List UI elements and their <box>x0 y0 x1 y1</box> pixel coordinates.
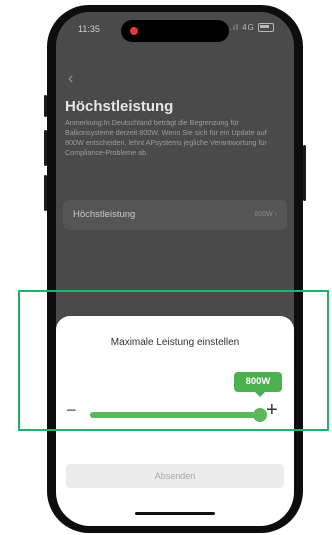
slider-value-badge: 800W <box>234 372 282 397</box>
compliance-note: Anmerkung:In Deutschland beträgt die Beg… <box>65 118 267 157</box>
sheet-title: Maximale Leistung einstellen <box>110 337 240 348</box>
power-button <box>303 145 306 201</box>
submit-button[interactable]: Absenden <box>66 464 284 488</box>
dynamic-island <box>121 20 229 42</box>
plus-icon[interactable]: + <box>266 400 278 420</box>
phone-screen: 11:35 .ıl 4G ‹ Höchstleistung Anmerkung:… <box>56 12 294 526</box>
setting-row-value: 800W › <box>254 211 277 218</box>
page-title: Höchstleistung <box>65 98 174 115</box>
action-button <box>44 95 47 117</box>
status-time: 11:35 <box>78 24 100 34</box>
setting-row-label: Höchstleistung <box>73 209 136 220</box>
status-indicators: .ıl 4G <box>229 23 274 33</box>
volume-down-button <box>44 175 47 211</box>
max-power-setting-row[interactable]: Höchstleistung 800W › <box>63 200 287 230</box>
slider-thumb[interactable] <box>253 408 267 422</box>
battery-icon <box>258 23 274 33</box>
status-bar: 11:35 .ıl 4G <box>56 12 294 42</box>
slider-fill <box>90 412 260 418</box>
network-type: 4G <box>242 23 255 32</box>
chevron-left-icon[interactable]: ‹ <box>68 70 73 88</box>
minus-icon[interactable]: − <box>66 401 77 419</box>
power-slider[interactable] <box>90 408 267 422</box>
recording-indicator-icon <box>130 27 138 35</box>
stage: 11:35 .ıl 4G ‹ Höchstleistung Anmerkung:… <box>0 0 332 535</box>
volume-up-button <box>44 130 47 166</box>
setting-value-text: 800W <box>254 211 273 218</box>
signal-bars-icon: .ıl <box>229 23 239 32</box>
bottom-sheet: Maximale Leistung einstellen 800W − + Ab… <box>56 316 294 526</box>
home-indicator <box>135 512 215 515</box>
chevron-right-icon: › <box>274 211 277 218</box>
